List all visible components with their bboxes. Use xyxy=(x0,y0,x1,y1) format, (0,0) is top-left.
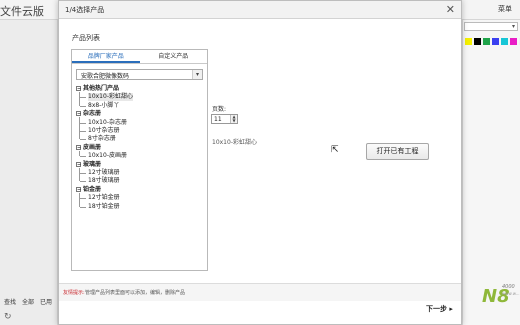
tree-label: 10x10-皮画册 xyxy=(88,152,127,160)
color-swatch[interactable] xyxy=(501,38,508,45)
tree-connector xyxy=(80,181,86,183)
tree-item[interactable]: 8x8-小脚丫 xyxy=(80,101,120,110)
tree-item[interactable]: 18寸铂金册 xyxy=(80,202,120,211)
tree-label: 皮画册 xyxy=(83,143,102,151)
manufacturer-select-value: 安歌合肥微像数码 xyxy=(81,73,130,80)
color-swatch[interactable] xyxy=(483,38,490,45)
tree-item[interactable]: 18寸玻璃册 xyxy=(80,177,120,185)
stepper-down-icon[interactable]: ▼ xyxy=(231,119,237,123)
pages-label: 页数: xyxy=(212,106,227,113)
watermark-logo: N8 4000 www.w... xyxy=(482,282,520,312)
tree-item[interactable]: 10x10-杂志册 xyxy=(80,118,127,127)
tree-item[interactable]: 12寸铂金册 xyxy=(80,194,120,202)
tree-connector xyxy=(80,139,86,141)
select-product-dialog: 1/4选择产品 ✕ 产品列表 品牌厂家产品 自定义产品 安歌合肥微像数码 ▾ −… xyxy=(58,0,462,325)
collapse-icon[interactable]: − xyxy=(76,144,81,150)
tree-label: 12寸玻璃册 xyxy=(88,169,120,176)
tree-connector xyxy=(80,131,86,132)
tree-label: 10x10-杂志册 xyxy=(88,118,127,126)
dialog-titlebar: 1/4选择产品 ✕ xyxy=(59,1,461,19)
watermark-number: 4000 xyxy=(502,284,515,290)
color-swatch[interactable] xyxy=(474,38,481,45)
chevron-down-icon[interactable]: ▾ xyxy=(192,70,202,79)
mouse-cursor-icon: ⇱ xyxy=(331,145,339,155)
tree-item[interactable]: 10x10-彩虹甜心 xyxy=(80,93,133,102)
color-swatch[interactable] xyxy=(492,38,499,45)
left-panel xyxy=(0,20,58,325)
tip-text: 管理产品列表里面可以添加，编辑，删除产品 xyxy=(85,290,186,296)
tree-label: 杂志册 xyxy=(83,110,102,118)
collapse-icon[interactable]: − xyxy=(76,186,81,192)
tree-label: 玻璃册 xyxy=(83,160,102,168)
product-list-label: 产品列表 xyxy=(72,34,100,42)
color-swatches xyxy=(465,38,520,45)
tree-item[interactable]: 12寸玻璃册 xyxy=(80,169,120,177)
tip-bar: 友情提示: 管理产品列表里面可以添加，编辑，删除产品 xyxy=(59,283,461,301)
pages-stepper[interactable]: 11 ▲ ▼ xyxy=(211,114,238,124)
color-swatch[interactable] xyxy=(465,38,472,45)
tree-label: 铂金册 xyxy=(83,185,102,193)
app-menu[interactable]: 菜单 xyxy=(498,4,512,14)
tab-used[interactable]: 已用 xyxy=(40,297,52,306)
chevron-down-icon: ▾ xyxy=(511,23,515,30)
tree-connector xyxy=(79,192,80,207)
tree-label: 10x10-彩虹甜心 xyxy=(88,93,133,101)
tree-connector xyxy=(80,173,86,174)
tree-label: 18寸铂金册 xyxy=(88,202,120,210)
tree-connector xyxy=(80,206,86,208)
tree-connector xyxy=(79,167,80,182)
tree-connector xyxy=(80,122,86,124)
tree-connector xyxy=(80,198,86,200)
preview-caption: 10x10-彩虹甜心 xyxy=(212,139,257,146)
watermark-url: www.w... xyxy=(502,291,520,296)
tree-label: 12寸铂金册 xyxy=(88,194,120,202)
tree-connector xyxy=(79,150,80,157)
tree-item[interactable]: 8寸杂志册 xyxy=(80,135,116,143)
right-panel xyxy=(462,20,520,325)
tree-label: 其他热门产品 xyxy=(83,85,120,92)
next-step-button[interactable]: 下一步 ▸ xyxy=(426,304,453,314)
app-title: 文件云版 xyxy=(0,5,44,18)
tree-item[interactable]: 10寸杂志册 xyxy=(80,127,120,135)
collapse-icon[interactable]: − xyxy=(76,86,81,92)
collapse-icon[interactable]: − xyxy=(76,111,81,117)
tree-label: 18寸玻璃册 xyxy=(88,177,120,185)
tree-item[interactable]: 10x10-皮画册 xyxy=(80,152,127,160)
product-list-panel: 品牌厂家产品 自定义产品 安歌合肥微像数码 ▾ − 其他热门产品 10x10-彩虹甜… xyxy=(71,49,208,271)
tree-label: 8寸杂志册 xyxy=(88,135,116,143)
tree-connector xyxy=(79,117,80,140)
collapse-icon[interactable]: − xyxy=(76,161,81,167)
tip-label: 友情提示: xyxy=(63,290,85,296)
open-existing-project-button[interactable]: 打开已有工程 xyxy=(366,143,429,160)
tab-brand-products[interactable]: 品牌厂家产品 xyxy=(72,50,140,63)
manufacturer-select[interactable]: 安歌合肥微像数码 ▾ xyxy=(76,69,203,80)
color-swatch[interactable] xyxy=(510,38,517,45)
left-bottom-tabs: 查找 全部 已用 xyxy=(4,297,52,306)
tree-group[interactable]: − 其他热门产品 xyxy=(76,85,119,93)
right-panel-select[interactable]: ▾ xyxy=(464,22,518,31)
tab-all[interactable]: 全部 xyxy=(22,297,34,306)
refresh-icon[interactable]: ↻ xyxy=(4,312,12,322)
tab-search[interactable]: 查找 xyxy=(4,297,16,306)
dialog-title: 1/4选择产品 xyxy=(65,6,105,14)
product-tabs: 品牌厂家产品 自定义产品 xyxy=(72,50,207,64)
tree-connector xyxy=(80,105,86,107)
tree-label: 8x8-小脚丫 xyxy=(88,101,120,109)
stepper-buttons: ▲ ▼ xyxy=(230,115,237,123)
product-tree: − 其他热门产品 10x10-彩虹甜心 8x8-小脚丫 − 杂志册 10x10-杂志册 10寸… xyxy=(76,85,204,265)
left-panel-bottom: 查找 全部 已用 ↻ xyxy=(0,292,58,325)
tree-connector xyxy=(80,156,86,158)
dialog-content: 产品列表 品牌厂家产品 自定义产品 安歌合肥微像数码 ▾ − 其他热门产品 10x1… xyxy=(59,19,327,283)
pages-value[interactable]: 11 xyxy=(214,116,222,123)
tree-connector xyxy=(79,92,80,106)
tab-custom-products[interactable]: 自定义产品 xyxy=(140,50,208,63)
tree-label: 10寸杂志册 xyxy=(88,127,120,134)
close-icon[interactable]: ✕ xyxy=(446,3,455,16)
tree-connector xyxy=(80,97,86,99)
